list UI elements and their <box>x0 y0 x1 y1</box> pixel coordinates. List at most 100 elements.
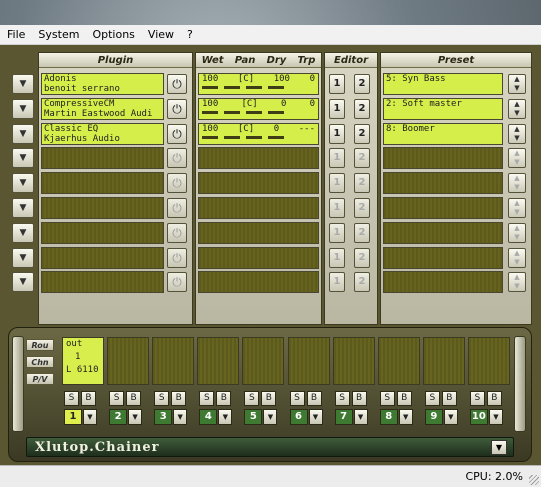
route-b-button[interactable]: B <box>441 391 457 406</box>
menu-view[interactable]: View <box>141 28 180 41</box>
preset-spinner[interactable]: ▲ ▼ <box>508 123 526 144</box>
row-menu-button[interactable]: ▼ <box>12 272 34 293</box>
power-button[interactable]: ⏻ <box>167 173 187 194</box>
route-s-button[interactable]: S <box>424 391 440 406</box>
output-slot[interactable] <box>422 337 465 385</box>
preset-up-icon[interactable]: ▲ <box>509 174 525 183</box>
dry-value[interactable]: 100 <box>274 74 290 85</box>
row-menu-button[interactable]: ▼ <box>12 148 34 169</box>
editor-button-2[interactable]: 2 <box>354 198 370 218</box>
route-b-button[interactable]: B <box>396 391 412 406</box>
preset-up-icon[interactable]: ▲ <box>509 100 525 109</box>
logo-dropdown-button[interactable]: ▼ <box>491 440 507 455</box>
preset-spinner[interactable]: ▲ ▼ <box>508 247 526 268</box>
route-s-button[interactable]: S <box>334 391 350 406</box>
channel-dropdown[interactable]: ▼ <box>173 409 188 425</box>
route-s-button[interactable]: S <box>109 391 125 406</box>
route-s-button[interactable]: S <box>199 391 215 406</box>
wet-value[interactable]: 100 <box>202 99 218 110</box>
editor-button-2[interactable]: 2 <box>354 148 370 169</box>
pan-value[interactable]: [C] <box>238 124 254 135</box>
preset-spinner[interactable]: ▲ ▼ <box>508 173 526 194</box>
preset-down-icon[interactable]: ▼ <box>509 233 525 242</box>
editor-button-2[interactable]: 2 <box>354 173 370 194</box>
power-button[interactable]: ⏻ <box>167 222 187 243</box>
row-menu-button[interactable]: ▼ <box>12 198 34 218</box>
preset-spinner[interactable]: ▲ ▼ <box>508 272 526 293</box>
preset-down-icon[interactable]: ▼ <box>509 282 525 291</box>
channel-number[interactable]: 3 <box>154 409 173 425</box>
route-b-button[interactable]: B <box>171 391 187 406</box>
channel-number[interactable]: 4 <box>199 409 218 425</box>
route-s-button[interactable]: S <box>289 391 305 406</box>
editor-button-1[interactable]: 1 <box>329 222 345 243</box>
editor-button-1[interactable]: 1 <box>329 247 345 268</box>
editor-button-2[interactable]: 2 <box>354 247 370 268</box>
menu-file[interactable]: File <box>0 28 31 41</box>
preset-down-icon[interactable]: ▼ <box>509 183 525 192</box>
mix-slot[interactable]: 100 [C] 100 0 <box>198 73 319 95</box>
pan-value[interactable]: [C] <box>238 74 254 85</box>
mix-slot[interactable]: 100 [C] 0 0 <box>198 97 319 120</box>
channel-number[interactable]: 10 <box>469 409 488 425</box>
menu-help[interactable]: ? <box>180 28 199 41</box>
plugin-slot[interactable]: Classic EQ Kjaerhus Audio <box>41 122 164 145</box>
route-b-button[interactable]: B <box>486 391 502 406</box>
plugin-slot[interactable] <box>41 172 164 195</box>
preset-spinner[interactable]: ▲ ▼ <box>508 74 526 94</box>
resize-grip[interactable] <box>529 475 539 485</box>
output-slot[interactable] <box>467 337 510 385</box>
row-menu-button[interactable]: ▼ <box>12 74 34 94</box>
editor-button-2[interactable]: 2 <box>354 272 370 293</box>
preset-up-icon[interactable]: ▲ <box>509 149 525 158</box>
editor-button-1[interactable]: 1 <box>329 198 345 218</box>
editor-button-1[interactable]: 1 <box>329 272 345 293</box>
channel-number[interactable]: 6 <box>289 409 308 425</box>
pan-value[interactable]: [C] <box>241 99 257 110</box>
channel-number[interactable]: 2 <box>109 409 128 425</box>
power-button[interactable]: ⏻ <box>167 98 187 119</box>
editor-button-2[interactable]: 2 <box>354 98 370 119</box>
channel-number[interactable]: 9 <box>424 409 443 425</box>
plugin-slot[interactable] <box>41 246 164 269</box>
route-s-button[interactable]: S <box>244 391 260 406</box>
route-s-button[interactable]: S <box>469 391 485 406</box>
output-slot[interactable] <box>332 337 375 385</box>
preset-down-icon[interactable]: ▼ <box>509 208 525 217</box>
route-b-button[interactable]: B <box>81 391 96 406</box>
mix-slot[interactable]: 100 [C] 0 --- <box>198 122 319 145</box>
route-s-button[interactable]: S <box>64 391 79 406</box>
editor-button-2[interactable]: 2 <box>354 222 370 243</box>
output-slot[interactable]: out 1 L 6110 <box>62 337 104 385</box>
editor-button-1[interactable]: 1 <box>329 123 345 144</box>
channel-dropdown[interactable]: ▼ <box>128 409 143 425</box>
route-b-button[interactable]: B <box>261 391 277 406</box>
channel-dropdown[interactable]: ▼ <box>443 409 458 425</box>
wet-value[interactable]: 100 <box>202 74 218 85</box>
channel-dropdown[interactable]: ▼ <box>353 409 368 425</box>
preset-spinner[interactable]: ▲ ▼ <box>508 222 526 243</box>
route-s-button[interactable]: S <box>154 391 170 406</box>
menu-system[interactable]: System <box>31 28 85 41</box>
editor-button-1[interactable]: 1 <box>329 173 345 194</box>
row-menu-button[interactable]: ▼ <box>12 173 34 194</box>
output-slot[interactable] <box>242 337 285 385</box>
channel-dropdown[interactable]: ▼ <box>488 409 503 425</box>
trp-value[interactable]: --- <box>299 124 315 135</box>
channel-dropdown[interactable]: ▼ <box>398 409 413 425</box>
output-slot[interactable] <box>107 337 150 385</box>
channel-dropdown[interactable]: ▼ <box>263 409 278 425</box>
route-b-button[interactable]: B <box>126 391 142 406</box>
editor-button-1[interactable]: 1 <box>329 98 345 119</box>
trp-value[interactable]: 0 <box>310 99 315 110</box>
preset-slot[interactable]: 8: Boomer <box>383 122 503 145</box>
channel-number[interactable]: 5 <box>244 409 263 425</box>
plugin-slot[interactable]: Adonis benoit serrano <box>41 73 164 95</box>
preset-up-icon[interactable]: ▲ <box>509 273 525 282</box>
channel-number[interactable]: 8 <box>379 409 398 425</box>
route-s-button[interactable]: S <box>379 391 395 406</box>
plugin-slot[interactable] <box>41 197 164 219</box>
editor-button-1[interactable]: 1 <box>329 148 345 169</box>
channel-dropdown[interactable]: ▼ <box>83 409 97 425</box>
power-button[interactable]: ⏻ <box>167 74 187 94</box>
